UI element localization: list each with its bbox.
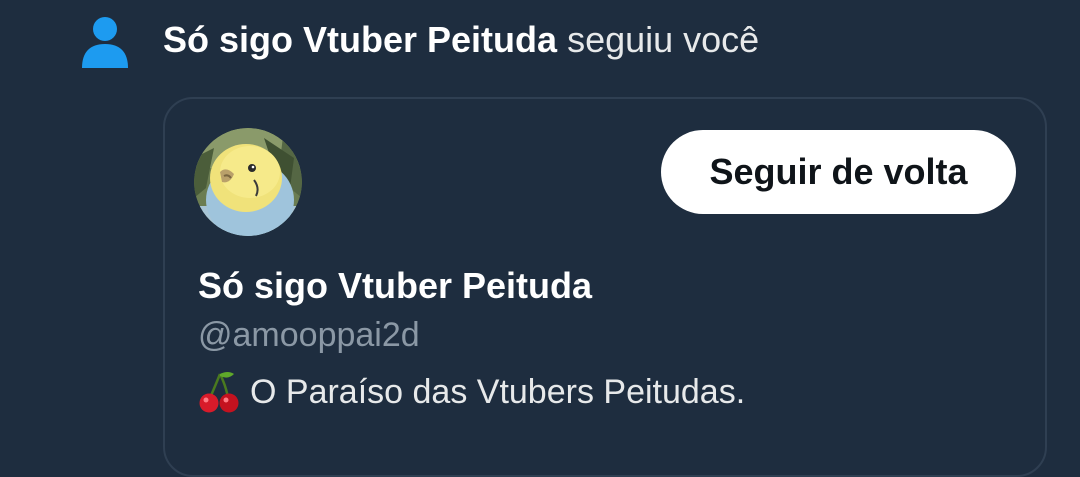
notification-action-text: seguiu você	[557, 19, 760, 60]
budgie-avatar	[194, 128, 302, 236]
profile-display-name[interactable]: Só sigo Vtuber Peituda	[198, 264, 592, 308]
profile-bio: O Paraíso das Vtubers Peitudas.	[198, 370, 745, 414]
follower-name-link[interactable]: Só sigo Vtuber Peituda	[163, 19, 557, 60]
profile-handle[interactable]: @amooppai2d	[198, 314, 420, 356]
notification-headline: Só sigo Vtuber Peituda seguiu você	[163, 18, 759, 62]
follow-notification[interactable]: Só sigo Vtuber Peituda seguiu você Segui…	[0, 0, 1080, 477]
profile-avatar[interactable]	[194, 128, 302, 236]
bio-text: O Paraíso das Vtubers Peitudas.	[250, 373, 746, 411]
follow-back-button[interactable]: Seguir de volta	[661, 130, 1016, 214]
person-icon	[82, 17, 128, 68]
cherry-icon	[199, 372, 239, 413]
